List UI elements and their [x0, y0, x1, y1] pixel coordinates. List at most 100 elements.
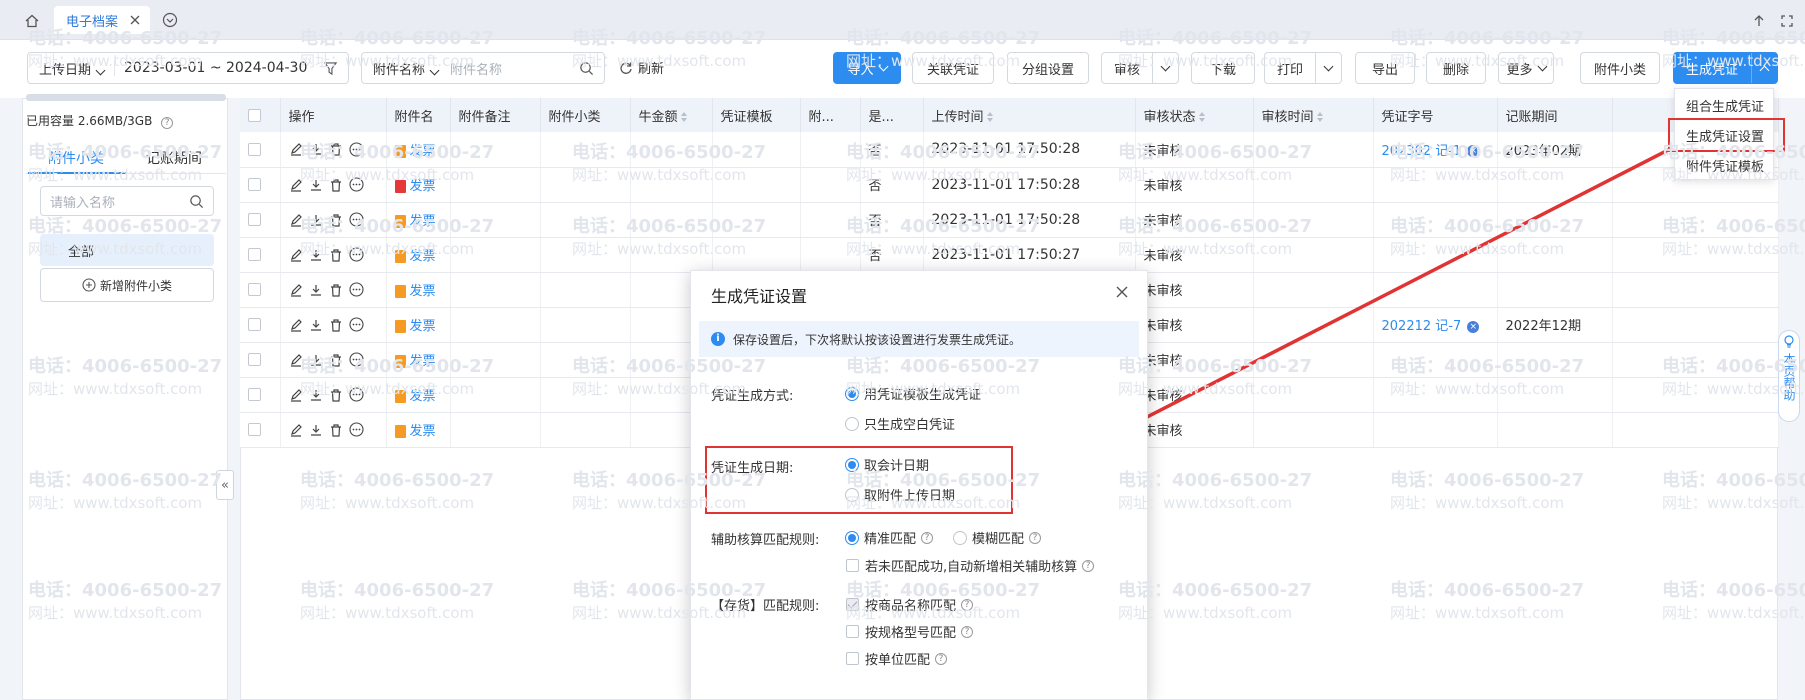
voucher-link[interactable]: 202302 记-1: [1382, 144, 1462, 159]
add-subcategory-button[interactable]: 新增附件小类: [40, 268, 214, 302]
checkbox-match-spec[interactable]: 按规格型号匹配?: [846, 622, 974, 641]
edit-icon[interactable]: [289, 318, 303, 332]
page-help-button[interactable]: 本页帮助: [1778, 330, 1800, 422]
row-checkbox[interactable]: [248, 283, 261, 296]
table-row[interactable]: 发票 否 2023-11-01 17:50:27 未审核: [240, 237, 1779, 273]
row-checkbox[interactable]: [248, 178, 261, 191]
edit-icon[interactable]: [289, 283, 303, 297]
remove-voucher-icon[interactable]: ×: [1467, 320, 1480, 333]
more-icon[interactable]: [348, 317, 364, 332]
download-icon[interactable]: [309, 318, 323, 332]
edit-icon[interactable]: [289, 213, 303, 227]
chevron-down-circle-icon[interactable]: [162, 12, 178, 28]
file-link[interactable]: 发票: [410, 179, 436, 194]
file-link[interactable]: 发票: [410, 214, 436, 229]
file-link[interactable]: 发票: [410, 319, 436, 334]
trash-icon[interactable]: [329, 213, 343, 227]
help-icon[interactable]: ?: [161, 117, 174, 129]
file-link[interactable]: 发票: [410, 249, 436, 264]
edit-icon[interactable]: [289, 248, 303, 262]
select-all-checkbox[interactable]: [240, 98, 281, 132]
download-icon[interactable]: [309, 142, 323, 156]
field-type-select[interactable]: 附件名称: [362, 59, 440, 78]
remove-voucher-icon[interactable]: ×: [1467, 145, 1480, 158]
fullscreen-icon[interactable]: [1780, 14, 1794, 28]
download-button[interactable]: 下载: [1191, 52, 1255, 84]
export-button[interactable]: 导出: [1355, 52, 1415, 84]
download-icon[interactable]: [309, 248, 323, 262]
filter-icon[interactable]: [323, 61, 338, 76]
download-icon[interactable]: [309, 423, 323, 437]
edit-icon[interactable]: [289, 178, 303, 192]
trash-icon[interactable]: [329, 178, 343, 192]
link-voucher-button[interactable]: 关联凭证: [912, 52, 994, 84]
checkbox-match-unit[interactable]: 按单位匹配?: [846, 649, 948, 668]
print-button[interactable]: 打印: [1264, 52, 1342, 84]
file-link[interactable]: 发票: [410, 354, 436, 369]
row-checkbox[interactable]: [248, 318, 261, 331]
radio-fuzzy-match[interactable]: 模糊匹配?: [953, 528, 1042, 547]
trash-icon[interactable]: [329, 142, 343, 156]
trash-icon[interactable]: [329, 248, 343, 262]
row-checkbox[interactable]: [248, 353, 261, 366]
print-dropdown[interactable]: [1315, 53, 1341, 83]
group-settings-button[interactable]: 分组设置: [1007, 52, 1089, 84]
table-row[interactable]: 发票 否 2023-11-01 17:50:28 未审核: [240, 167, 1779, 203]
refresh-button[interactable]: 刷新: [619, 58, 664, 77]
file-link[interactable]: 发票: [410, 389, 436, 404]
date-type-select[interactable]: 上传日期: [28, 59, 106, 78]
row-checkbox[interactable]: [248, 248, 261, 261]
edit-icon[interactable]: [289, 388, 303, 402]
subcategory-search-input[interactable]: 请输入名称: [40, 186, 214, 216]
search-icon[interactable]: [189, 194, 204, 209]
trash-icon[interactable]: [329, 353, 343, 367]
menu-item-attachment-template[interactable]: 附件凭证模板: [1675, 151, 1775, 179]
more-icon[interactable]: [348, 422, 364, 437]
import-button[interactable]: 导入: [833, 52, 901, 84]
generate-voucher-dropdown[interactable]: [1751, 53, 1777, 83]
trash-icon[interactable]: [329, 318, 343, 332]
delete-button[interactable]: 删除: [1426, 52, 1486, 84]
close-icon[interactable]: [1115, 285, 1129, 299]
radio-blank-voucher[interactable]: 只生成空白凭证: [845, 414, 955, 433]
tab-accounting-period[interactable]: 记账期间: [146, 148, 202, 168]
checkbox-match-product-name[interactable]: 按商品名称匹配?: [846, 595, 974, 614]
attachment-subcategory-button[interactable]: 附件小类: [1580, 52, 1660, 84]
download-icon[interactable]: [309, 213, 323, 227]
menu-item-combine-generate[interactable]: 组合生成凭证: [1675, 91, 1775, 119]
download-icon[interactable]: [309, 353, 323, 367]
edit-icon[interactable]: [289, 423, 303, 437]
more-button[interactable]: 更多: [1498, 52, 1554, 84]
arrow-up-icon[interactable]: [1752, 14, 1766, 28]
more-icon[interactable]: [348, 177, 364, 192]
table-row[interactable]: 发票 否 2023-11-01 17:50:28 未审核 202302 记-1 × 2023…: [240, 132, 1779, 168]
tab-attachment-subcategory[interactable]: 附件小类: [48, 148, 104, 168]
download-icon[interactable]: [309, 283, 323, 297]
col-header-sortable[interactable]: 审核状态: [1135, 98, 1254, 132]
file-link[interactable]: 发票: [410, 424, 436, 439]
more-icon[interactable]: [348, 387, 364, 402]
row-checkbox[interactable]: [248, 388, 261, 401]
date-range-input[interactable]: 2023-03-01 ~ 2024-04-30: [114, 60, 307, 76]
col-header-sortable[interactable]: 牛金额: [630, 98, 713, 132]
checkbox-auto-add-aux[interactable]: 若未匹配成功,自动新增相关辅助核算?: [846, 556, 1095, 575]
download-icon[interactable]: [309, 388, 323, 402]
radio-exact-match[interactable]: 精准匹配?: [845, 528, 934, 547]
radio-use-template[interactable]: 用凭证模板生成凭证: [845, 384, 981, 403]
trash-icon[interactable]: [329, 283, 343, 297]
row-checkbox[interactable]: [248, 213, 261, 226]
row-checkbox[interactable]: [248, 142, 261, 156]
tab-electronic-archive[interactable]: 电子档案: [54, 6, 150, 34]
collapse-panel-button[interactable]: «: [216, 470, 234, 500]
home-tab[interactable]: [14, 10, 50, 32]
col-header-sortable[interactable]: 审核时间: [1253, 98, 1374, 132]
more-icon[interactable]: [348, 212, 364, 227]
trash-icon[interactable]: [329, 423, 343, 437]
voucher-link[interactable]: 202212 记-7: [1382, 319, 1462, 334]
file-link[interactable]: 发票: [410, 284, 436, 299]
name-search-input[interactable]: 附件名称: [450, 59, 502, 78]
subcategory-all[interactable]: 全部: [40, 234, 214, 266]
edit-icon[interactable]: [289, 142, 303, 156]
trash-icon[interactable]: [329, 388, 343, 402]
col-header-sortable[interactable]: 上传时间: [923, 98, 1136, 132]
